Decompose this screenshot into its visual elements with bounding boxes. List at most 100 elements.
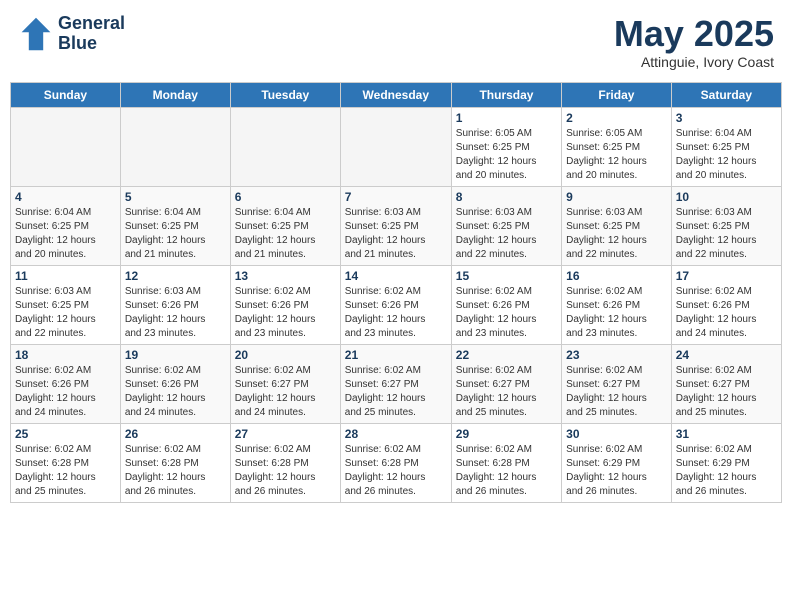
calendar-cell: 12 Sunrise: 6:03 AMSunset: 6:26 PMDayligh… <box>120 265 230 344</box>
calendar-cell: 15Sunrise: 6:02 AMSunset: 6:26 PMDayligh… <box>451 265 561 344</box>
calendar-cell: 14Sunrise: 6:02 AMSunset: 6:26 PMDayligh… <box>340 265 451 344</box>
day-number: 10 <box>676 190 777 204</box>
day-info: Sunrise: 6:03 AMSunset: 6:25 PMDaylight:… <box>676 206 777 262</box>
weekday-header-wednesday: Wednesday <box>340 82 451 107</box>
day-info: Sunrise: 6:02 AMSunset: 6:26 PMDaylight:… <box>345 285 447 341</box>
day-number: 3 <box>676 111 777 125</box>
day-number: 20 <box>235 348 336 362</box>
calendar-cell: 26 Sunrise: 6:02 AMSunset: 6:28 PMDayligh… <box>120 423 230 502</box>
calendar-cell: 3 Sunrise: 6:04 AMSunset: 6:25 PMDaylight… <box>671 107 781 186</box>
calendar-cell: 29 Sunrise: 6:02 AMSunset: 6:28 PMDayligh… <box>451 423 561 502</box>
weekday-header-friday: Friday <box>562 82 672 107</box>
weekday-header-row: SundayMondayTuesdayWednesdayThursdayFrid… <box>11 82 782 107</box>
day-info: Sunrise: 6:02 AMSunset: 6:28 PMDaylight:… <box>15 443 116 499</box>
day-number: 25 <box>15 427 116 441</box>
day-info: Sunrise: 6:03 AMSunset: 6:25 PMDaylight:… <box>566 206 667 262</box>
day-number: 7 <box>345 190 447 204</box>
day-number: 26 <box>125 427 226 441</box>
calendar-cell: 22 Sunrise: 6:02 AMSunset: 6:27 PMDayligh… <box>451 344 561 423</box>
day-number: 11 <box>15 269 116 283</box>
day-info: Sunrise: 6:02 AMSunset: 6:29 PMDaylight:… <box>676 443 777 499</box>
location-subtitle: Attinguie, Ivory Coast <box>614 54 774 70</box>
day-info: Sunrise: 6:02 AMSunset: 6:27 PMDaylight:… <box>456 364 557 420</box>
day-info: Sunrise: 6:02 AMSunset: 6:27 PMDaylight:… <box>345 364 447 420</box>
title-block: May 2025 Attinguie, Ivory Coast <box>614 14 774 70</box>
weekday-header-saturday: Saturday <box>671 82 781 107</box>
day-info: Sunrise: 6:02 AMSunset: 6:26 PMDaylight:… <box>125 364 226 420</box>
day-info: Sunrise: 6:02 AMSunset: 6:26 PMDaylight:… <box>676 285 777 341</box>
day-info: Sunrise: 6:05 AMSunset: 6:25 PMDaylight:… <box>456 127 557 183</box>
day-info: Sunrise: 6:02 AMSunset: 6:27 PMDaylight:… <box>235 364 336 420</box>
calendar-cell: 16 Sunrise: 6:02 AMSunset: 6:26 PMDayligh… <box>562 265 672 344</box>
day-number: 17 <box>676 269 777 283</box>
calendar-cell: 8Sunrise: 6:03 AMSunset: 6:25 PMDaylight… <box>451 186 561 265</box>
day-info: Sunrise: 6:02 AMSunset: 6:26 PMDaylight:… <box>566 285 667 341</box>
logo-text: General Blue <box>58 14 125 54</box>
calendar-cell: 31 Sunrise: 6:02 AMSunset: 6:29 PMDayligh… <box>671 423 781 502</box>
month-title: May 2025 <box>614 14 774 54</box>
day-number: 28 <box>345 427 447 441</box>
weekday-header-sunday: Sunday <box>11 82 121 107</box>
calendar-cell: 21 Sunrise: 6:02 AMSunset: 6:27 PMDayligh… <box>340 344 451 423</box>
calendar-cell: 1 Sunrise: 6:05 AMSunset: 6:25 PMDaylight… <box>451 107 561 186</box>
day-number: 27 <box>235 427 336 441</box>
day-number: 24 <box>676 348 777 362</box>
day-number: 16 <box>566 269 667 283</box>
day-number: 13 <box>235 269 336 283</box>
day-info: Sunrise: 6:02 AMSunset: 6:28 PMDaylight:… <box>456 443 557 499</box>
calendar-cell: 25 Sunrise: 6:02 AMSunset: 6:28 PMDayligh… <box>11 423 121 502</box>
weekday-header-tuesday: Tuesday <box>230 82 340 107</box>
calendar-cell: 6Sunrise: 6:04 AMSunset: 6:25 PMDaylight… <box>230 186 340 265</box>
day-number: 1 <box>456 111 557 125</box>
day-info: Sunrise: 6:03 AMSunset: 6:25 PMDaylight:… <box>456 206 557 262</box>
calendar-cell: 23Sunrise: 6:02 AMSunset: 6:27 PMDayligh… <box>562 344 672 423</box>
day-info: Sunrise: 6:03 AMSunset: 6:26 PMDaylight:… <box>125 285 226 341</box>
calendar-cell: 19 Sunrise: 6:02 AMSunset: 6:26 PMDayligh… <box>120 344 230 423</box>
day-info: Sunrise: 6:02 AMSunset: 6:26 PMDaylight:… <box>15 364 116 420</box>
day-info: Sunrise: 6:02 AMSunset: 6:26 PMDaylight:… <box>235 285 336 341</box>
calendar-cell: 11Sunrise: 6:03 AMSunset: 6:25 PMDayligh… <box>11 265 121 344</box>
day-number: 18 <box>15 348 116 362</box>
calendar-cell: 28 Sunrise: 6:02 AMSunset: 6:28 PMDayligh… <box>340 423 451 502</box>
calendar-cell: 7 Sunrise: 6:03 AMSunset: 6:25 PMDaylight… <box>340 186 451 265</box>
header: General Blue May 2025 Attinguie, Ivory C… <box>10 10 782 74</box>
day-number: 22 <box>456 348 557 362</box>
week-row-3: 11Sunrise: 6:03 AMSunset: 6:25 PMDayligh… <box>11 265 782 344</box>
logo: General Blue <box>18 14 125 54</box>
calendar-cell: 2Sunrise: 6:05 AMSunset: 6:25 PMDaylight… <box>562 107 672 186</box>
day-info: Sunrise: 6:04 AMSunset: 6:25 PMDaylight:… <box>676 127 777 183</box>
calendar-cell <box>230 107 340 186</box>
calendar-cell <box>11 107 121 186</box>
day-info: Sunrise: 6:02 AMSunset: 6:27 PMDaylight:… <box>676 364 777 420</box>
weekday-header-monday: Monday <box>120 82 230 107</box>
day-info: Sunrise: 6:02 AMSunset: 6:28 PMDaylight:… <box>125 443 226 499</box>
day-number: 31 <box>676 427 777 441</box>
day-number: 12 <box>125 269 226 283</box>
day-info: Sunrise: 6:03 AMSunset: 6:25 PMDaylight:… <box>345 206 447 262</box>
week-row-1: 1 Sunrise: 6:05 AMSunset: 6:25 PMDaylight… <box>11 107 782 186</box>
calendar-cell: 9Sunrise: 6:03 AMSunset: 6:25 PMDaylight… <box>562 186 672 265</box>
day-info: Sunrise: 6:02 AMSunset: 6:27 PMDaylight:… <box>566 364 667 420</box>
logo-icon <box>18 16 54 52</box>
week-row-4: 18 Sunrise: 6:02 AMSunset: 6:26 PMDayligh… <box>11 344 782 423</box>
day-number: 4 <box>15 190 116 204</box>
day-info: Sunrise: 6:02 AMSunset: 6:28 PMDaylight:… <box>345 443 447 499</box>
calendar-cell: 24 Sunrise: 6:02 AMSunset: 6:27 PMDayligh… <box>671 344 781 423</box>
day-info: Sunrise: 6:02 AMSunset: 6:28 PMDaylight:… <box>235 443 336 499</box>
day-number: 15 <box>456 269 557 283</box>
calendar-table: SundayMondayTuesdayWednesdayThursdayFrid… <box>10 82 782 503</box>
calendar-cell: 4 Sunrise: 6:04 AMSunset: 6:25 PMDaylight… <box>11 186 121 265</box>
day-info: Sunrise: 6:04 AMSunset: 6:25 PMDaylight:… <box>235 206 336 262</box>
day-number: 29 <box>456 427 557 441</box>
calendar-cell <box>120 107 230 186</box>
day-number: 19 <box>125 348 226 362</box>
day-number: 2 <box>566 111 667 125</box>
calendar-cell: 30Sunrise: 6:02 AMSunset: 6:29 PMDayligh… <box>562 423 672 502</box>
day-number: 5 <box>125 190 226 204</box>
calendar-cell <box>340 107 451 186</box>
day-info: Sunrise: 6:04 AMSunset: 6:25 PMDaylight:… <box>15 206 116 262</box>
week-row-2: 4 Sunrise: 6:04 AMSunset: 6:25 PMDaylight… <box>11 186 782 265</box>
day-number: 21 <box>345 348 447 362</box>
calendar-cell: 10 Sunrise: 6:03 AMSunset: 6:25 PMDayligh… <box>671 186 781 265</box>
weekday-header-thursday: Thursday <box>451 82 561 107</box>
